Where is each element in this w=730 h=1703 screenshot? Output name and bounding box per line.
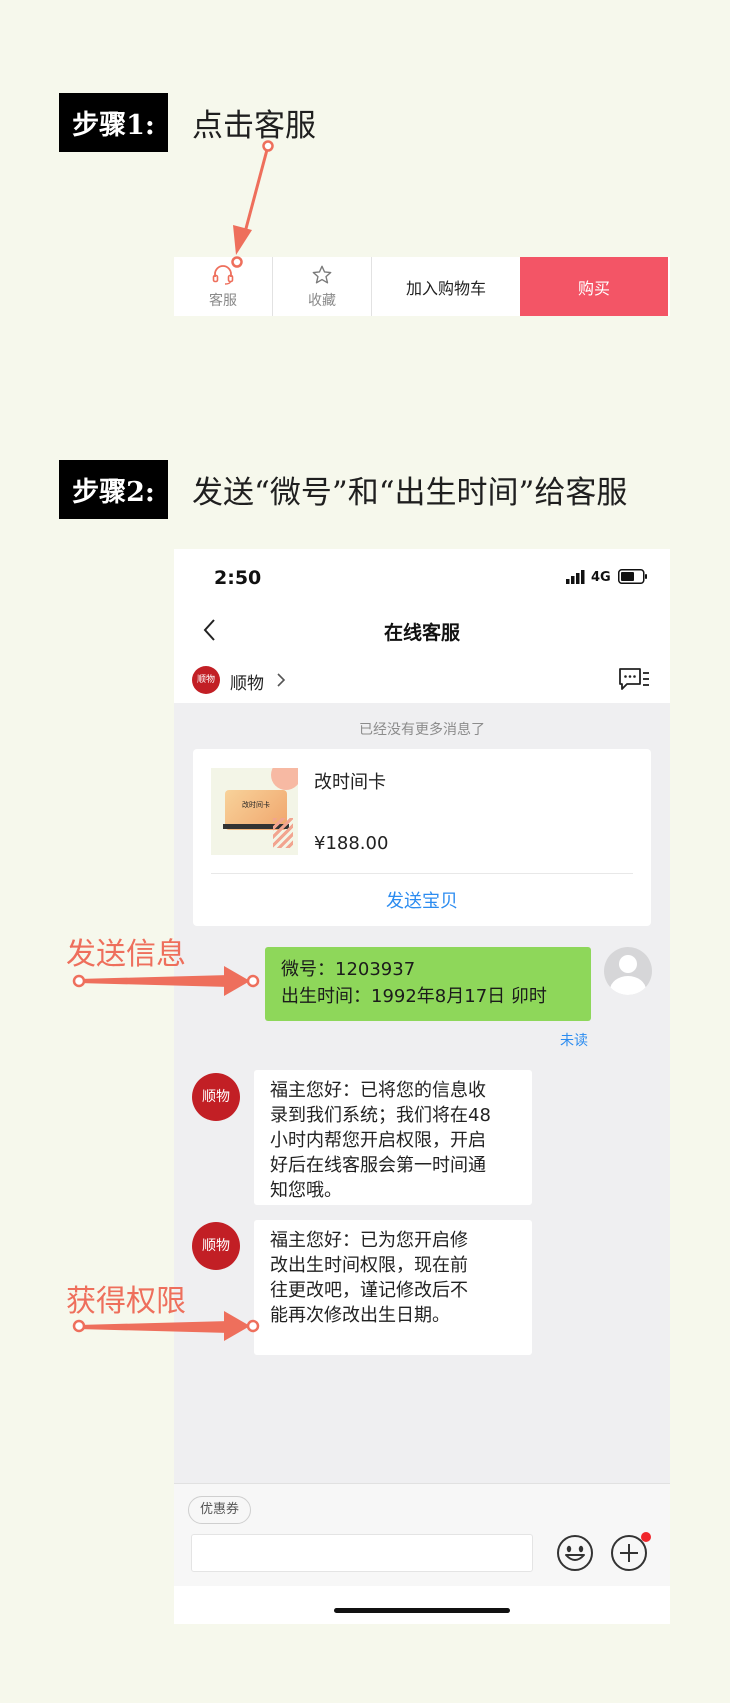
product-thumbnail-text: 改时间卡 — [242, 801, 270, 809]
user-message-line: 微号：1203937 — [281, 959, 416, 980]
user-message-bubble: 微号：1203937 出生时间：1992年8月17日 卯时 — [265, 947, 591, 1021]
user-avatar — [604, 947, 652, 995]
product-thumbnail: 改时间卡 — [211, 768, 298, 855]
step2-badge: 步骤2: — [59, 460, 168, 519]
nav-bar: 在线客服 — [174, 605, 670, 655]
status-bar: 2:50 4G — [174, 549, 670, 605]
read-status: 未读 — [560, 1033, 588, 1049]
step2-title: 发送“微号”和“出生时间”给客服 — [192, 475, 628, 511]
battery-icon — [618, 569, 647, 584]
step1-arrow — [231, 140, 274, 268]
reply-line: 录到我们系统；我们将在48 — [270, 1105, 491, 1126]
no-more-messages-notice: 已经没有更多消息了 — [359, 722, 485, 738]
network-label: 4G — [591, 570, 611, 585]
reply-line: 福主您好：已为您开启修 — [270, 1230, 468, 1251]
reply-line: 知您哦。 — [270, 1180, 342, 1201]
home-indicator — [334, 1608, 510, 1613]
reply-line: 福主您好：已将您的信息收 — [270, 1080, 486, 1101]
annotation-arrows — [72, 966, 260, 1341]
reply-line: 小时内帮您开启权限，开启 — [270, 1130, 486, 1151]
reply-line: 能再次修改出生日期。 — [270, 1305, 450, 1326]
chat-menu-icon[interactable] — [618, 667, 650, 693]
signal-icon — [566, 570, 585, 584]
reply-line: 改出生时间权限，现在前 — [270, 1255, 468, 1276]
nav-title: 在线客服 — [383, 622, 460, 644]
shop-logo: 顺物 — [192, 666, 220, 694]
shop-bar[interactable]: 顺物 顺物 — [174, 655, 670, 703]
product-price: ¥188.00 — [314, 833, 389, 854]
reply-line: 往更改吧，谨记修改后不 — [270, 1280, 468, 1301]
coupon-button[interactable]: 优惠券 — [188, 1496, 252, 1524]
product-name: 改时间卡 — [314, 772, 386, 793]
user-message-line: 出生时间：1992年8月17日 卯时 — [281, 986, 547, 1007]
notification-dot — [641, 1532, 651, 1542]
shop-name: 顺物 — [230, 674, 264, 694]
reply-line: 好后在线客服会第一时间通 — [270, 1155, 486, 1176]
emoji-icon[interactable] — [556, 1534, 594, 1572]
input-area: 优惠券 — [174, 1483, 670, 1624]
status-time: 2:50 — [214, 567, 262, 589]
chevron-right-icon — [277, 673, 286, 687]
message-input[interactable] — [191, 1534, 533, 1572]
